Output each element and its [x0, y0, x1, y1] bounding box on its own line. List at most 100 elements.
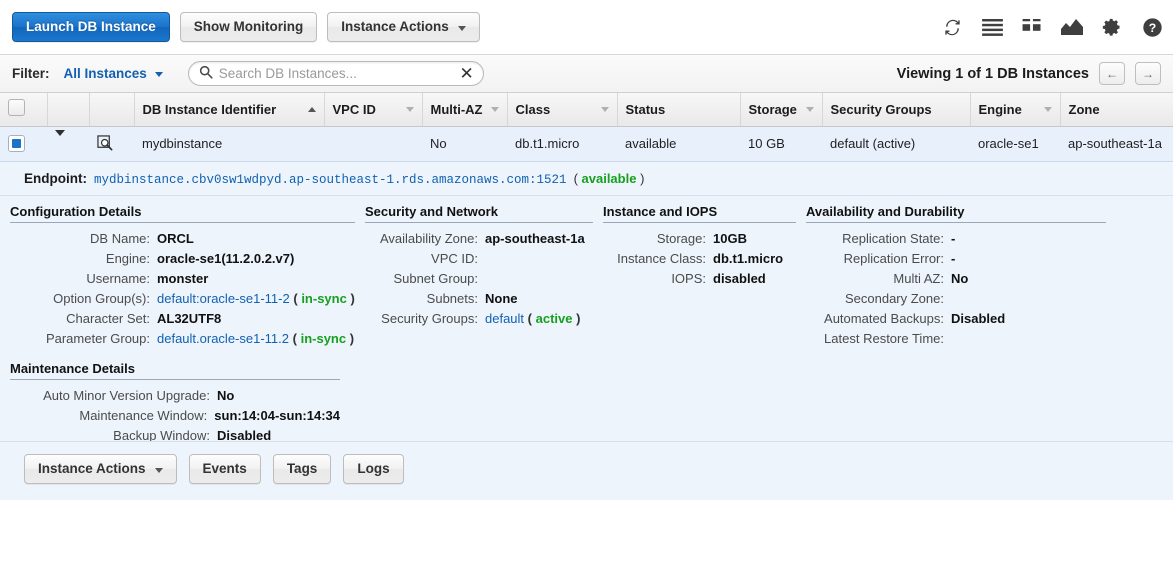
instance-actions-label: Instance Actions	[341, 18, 449, 34]
chevron-down-icon[interactable]	[55, 130, 65, 151]
chart-icon[interactable]	[1061, 16, 1083, 38]
field-auto-minor-version-upgrade: Auto Minor Version Upgrade: No	[10, 386, 340, 405]
field-label: Auto Minor Version Upgrade:	[43, 387, 210, 403]
next-page-button[interactable]: →	[1135, 62, 1161, 85]
db-instances-table: DB Instance Identifier VPC ID Multi-AZ C…	[0, 93, 1173, 162]
refresh-icon[interactable]	[941, 16, 963, 38]
column-header-multi-az[interactable]: Multi-AZ	[422, 93, 508, 127]
field-label: Secondary Zone:	[844, 290, 944, 306]
column-label: Engine	[978, 101, 1022, 117]
parameter-group-link[interactable]: default.oracle-se1-11.2	[157, 331, 289, 346]
section-security-and-network: Security and Network Availability Zone: …	[355, 204, 593, 349]
events-button[interactable]: Events	[188, 453, 261, 485]
field-label: Security Groups:	[381, 310, 478, 326]
column-header-security-groups[interactable]: Security Groups	[822, 93, 971, 127]
column-header-db-instance-identifier[interactable]: DB Instance Identifier	[134, 93, 325, 127]
sort-menu-icon	[600, 106, 609, 112]
column-header-zone[interactable]: Zone	[1060, 93, 1173, 127]
filter-all-instances-dropdown[interactable]: All Instances	[64, 66, 163, 81]
endpoint-url[interactable]: mydbinstance.cbv0sw1wdpyd.ap-southeast-1…	[94, 173, 567, 187]
row-checkbox[interactable]	[8, 135, 25, 152]
table-header-row: DB Instance Identifier VPC ID Multi-AZ C…	[0, 93, 1173, 127]
field-value: disabled	[713, 270, 766, 286]
detail-column-header	[89, 93, 135, 127]
field-replication-state: Replication State: -	[806, 229, 1106, 248]
field-latest-restore-time: Latest Restore Time:	[806, 329, 1106, 348]
field-parameter-group: Parameter Group: default.oracle-se1-11.2…	[10, 329, 355, 348]
table-row[interactable]: mydbinstance No db.t1.micro available 10…	[0, 126, 1173, 162]
field-value: 10GB	[713, 230, 747, 246]
search-box[interactable]: ✕	[187, 61, 484, 86]
footer-instance-actions-button[interactable]: Instance Actions	[24, 453, 177, 485]
column-label: Storage	[748, 101, 797, 117]
cell-status: available	[617, 126, 740, 162]
field-value: -	[951, 250, 956, 266]
column-label: DB Instance Identifier	[142, 101, 277, 117]
field-label: Replication State:	[842, 230, 944, 246]
endpoint-status: available	[581, 170, 637, 186]
help-icon[interactable]: ?	[1141, 16, 1163, 38]
cell-engine: oracle-se1	[970, 126, 1060, 162]
field-label: Multi AZ:	[893, 270, 944, 286]
row-inspect-cell[interactable]	[89, 126, 134, 162]
select-all-header[interactable]	[0, 93, 48, 127]
field-subnet-group: Subnet Group:	[365, 269, 593, 288]
instance-detail-panel: Endpoint: mydbinstance.cbv0sw1wdpyd.ap-s…	[0, 161, 1173, 500]
select-all-checkbox[interactable]	[8, 99, 25, 117]
field-value: No	[951, 270, 969, 286]
row-select-cell[interactable]	[0, 126, 47, 162]
field-value: sun:14:04-sun:14:34	[214, 407, 340, 423]
option-group-link[interactable]: default:oracle-se1-11-2	[157, 291, 290, 306]
magnifier-detail-icon[interactable]	[97, 135, 126, 152]
close-icon[interactable]: ✕	[460, 65, 474, 82]
section-title: Availability and Durability	[806, 204, 1106, 223]
pagination-group: Viewing 1 of 1 DB Instances ← →	[897, 62, 1161, 85]
field-label: Subnet Group:	[393, 270, 478, 286]
column-header-storage[interactable]: Storage	[740, 93, 823, 127]
cell-security-groups: default (active)	[822, 126, 970, 162]
launch-db-instance-button[interactable]: Launch DB Instance	[12, 11, 170, 43]
column-header-engine[interactable]: Engine	[970, 93, 1061, 127]
gear-icon[interactable]	[1101, 16, 1123, 38]
column-header-class[interactable]: Class	[507, 93, 618, 127]
field-value: Disabled	[951, 310, 1006, 326]
filter-label: Filter:	[12, 66, 50, 81]
previous-page-button[interactable]: ←	[1099, 62, 1125, 85]
field-engine: Engine: oracle-se1(11.2.0.2.v7)	[10, 249, 355, 268]
instance-actions-button[interactable]: Instance Actions	[327, 11, 480, 43]
cell-class: db.t1.micro	[507, 126, 617, 162]
field-label: Automated Backups:	[824, 310, 944, 326]
field-multi-az: Multi AZ: No	[806, 269, 1106, 288]
field-value: db.t1.micro	[713, 250, 784, 266]
sort-ascending-icon	[307, 106, 316, 112]
field-label: Subnets:	[426, 290, 478, 306]
sort-menu-icon	[490, 106, 499, 112]
sort-menu-icon	[1043, 106, 1052, 112]
section-configuration-details: Configuration Details DB Name: ORCL Engi…	[0, 204, 355, 349]
field-value: ORCL	[157, 230, 194, 246]
tags-button[interactable]: Tags	[272, 453, 332, 485]
field-value: -	[951, 230, 956, 246]
show-monitoring-button[interactable]: Show Monitoring	[179, 11, 318, 43]
security-group-link[interactable]: default	[485, 311, 524, 326]
top-toolbar: Launch DB Instance Show Monitoring Insta…	[0, 0, 1173, 54]
column-header-vpc-id[interactable]: VPC ID	[324, 93, 423, 127]
grid-view-icon[interactable]	[1021, 16, 1043, 38]
field-label: Username:	[86, 270, 150, 286]
chevron-down-icon	[154, 467, 163, 473]
field-label: DB Name:	[90, 230, 150, 246]
column-label: Status	[625, 101, 666, 117]
list-view-icon[interactable]	[981, 16, 1003, 38]
search-input[interactable]	[212, 66, 460, 81]
cell-db-instance-identifier[interactable]: mydbinstance	[134, 126, 324, 162]
field-character-set: Character Set: AL32UTF8	[10, 309, 355, 328]
logs-button[interactable]: Logs	[343, 453, 404, 485]
column-label: Multi-AZ	[430, 101, 483, 117]
svg-text:?: ?	[1148, 20, 1155, 34]
filter-selected-label: All Instances	[63, 66, 147, 81]
row-expand-cell[interactable]	[47, 126, 89, 162]
detail-columns: Configuration Details DB Name: ORCL Engi…	[0, 196, 1173, 349]
viewing-count-label: Viewing 1 of 1 DB Instances	[896, 65, 1089, 82]
expand-column-header	[47, 93, 90, 127]
column-header-status[interactable]: Status	[617, 93, 741, 127]
